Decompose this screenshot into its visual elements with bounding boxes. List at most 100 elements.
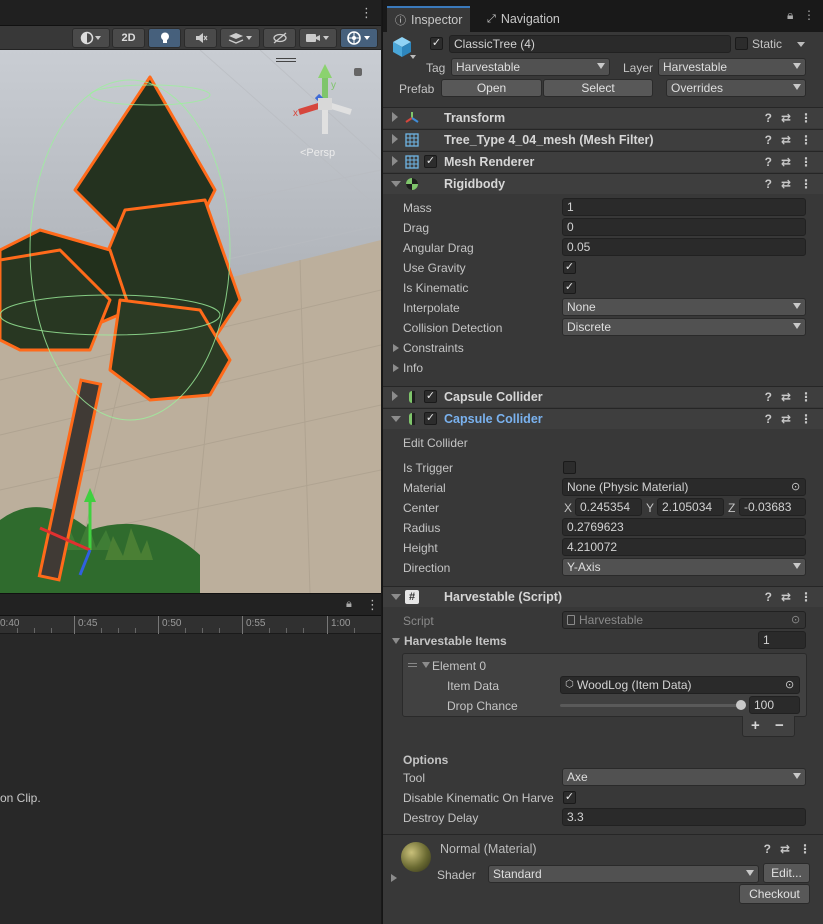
drop-chance-slider-thumb[interactable]: [736, 700, 746, 710]
more-options-icon[interactable]: ⋮: [800, 590, 812, 604]
is-trigger-checkbox[interactable]: [563, 461, 576, 474]
prefab-open-button[interactable]: Open: [441, 79, 542, 97]
foldout-arrow-icon[interactable]: [392, 112, 398, 122]
info-row[interactable]: Info: [383, 358, 823, 378]
center-x-field[interactable]: 0.245354: [575, 498, 642, 516]
prefab-overrides-dropdown[interactable]: Overrides: [666, 79, 806, 97]
projection-label[interactable]: <Persp: [300, 147, 335, 159]
presets-icon[interactable]: ⇄: [781, 155, 791, 169]
mesh-filter-component-header[interactable]: Tree_Type 4_04_mesh (Mesh Filter) ? ⇄ ⋮: [383, 129, 823, 150]
toggle-2d-button[interactable]: 2D: [112, 28, 145, 48]
disable-kinematic-checkbox[interactable]: ✓: [563, 791, 576, 804]
lock-icon[interactable]: [354, 68, 362, 76]
foldout-arrow-icon[interactable]: [393, 364, 399, 372]
static-dropdown-caret[interactable]: [797, 42, 805, 47]
direction-dropdown[interactable]: Y-Axis: [562, 558, 806, 576]
help-icon[interactable]: ?: [765, 111, 772, 125]
height-field[interactable]: 4.210072: [562, 538, 806, 556]
foldout-arrow-icon[interactable]: [393, 344, 399, 352]
object-name-field[interactable]: ClassicTree (4): [449, 35, 731, 53]
lighting-toggle-button[interactable]: [148, 28, 181, 48]
presets-icon[interactable]: ⇄: [781, 133, 791, 147]
more-options-icon[interactable]: ⋮: [800, 412, 812, 426]
tab-navigation[interactable]: ⤢ Navigation: [479, 6, 568, 32]
object-picker-icon[interactable]: ⊙: [791, 480, 800, 493]
more-options-icon[interactable]: ⋮: [800, 111, 812, 125]
more-options-icon[interactable]: ⋮: [803, 8, 815, 22]
help-icon[interactable]: ?: [765, 412, 772, 426]
collision-detection-dropdown[interactable]: Discrete: [562, 318, 806, 336]
foldout-arrow-icon[interactable]: [392, 134, 398, 144]
lock-icon[interactable]: 🔒︎: [346, 598, 352, 611]
presets-icon[interactable]: ⇄: [781, 111, 791, 125]
gizmo-center-cube[interactable]: [318, 98, 332, 110]
lock-icon[interactable]: 🔒︎: [787, 8, 793, 23]
drag-handle-icon[interactable]: [408, 663, 417, 667]
foldout-arrow-icon[interactable]: [391, 594, 401, 600]
use-gravity-checkbox[interactable]: ✓: [563, 261, 576, 274]
foldout-arrow-icon[interactable]: [392, 391, 398, 401]
more-options-icon[interactable]: ⋮: [366, 597, 379, 613]
object-picker-icon[interactable]: ⊙: [785, 678, 794, 691]
rigidbody-component-header[interactable]: Rigidbody ? ⇄ ⋮: [383, 173, 823, 194]
angular-drag-field[interactable]: 0.05: [562, 238, 806, 256]
more-options-icon[interactable]: ⋮: [800, 155, 812, 169]
help-icon[interactable]: ?: [764, 842, 771, 856]
presets-icon[interactable]: ⇄: [781, 390, 791, 404]
help-icon[interactable]: ?: [765, 177, 772, 191]
interpolate-dropdown[interactable]: None: [562, 298, 806, 316]
constraints-row[interactable]: Constraints: [383, 338, 823, 358]
center-y-field[interactable]: 2.105034: [657, 498, 724, 516]
scene-viewport[interactable]: x y <Persp: [0, 49, 381, 593]
help-icon[interactable]: ?: [765, 590, 772, 604]
static-checkbox[interactable]: [735, 37, 748, 50]
capsule-collider-enabled-checkbox[interactable]: ✓: [424, 390, 437, 403]
tool-dropdown[interactable]: Axe: [562, 768, 806, 786]
help-icon[interactable]: ?: [765, 390, 772, 404]
more-options-icon[interactable]: ⋮: [800, 390, 812, 404]
drag-field[interactable]: 0: [562, 218, 806, 236]
remove-element-button[interactable]: −: [775, 717, 784, 734]
foldout-arrow-icon[interactable]: [391, 416, 401, 422]
mesh-renderer-component-header[interactable]: ✓ Mesh Renderer ? ⇄ ⋮: [383, 151, 823, 172]
presets-icon[interactable]: ⇄: [781, 590, 791, 604]
layer-dropdown[interactable]: Harvestable: [658, 58, 806, 76]
hidden-objects-toggle-button[interactable]: [263, 28, 296, 48]
item-data-field[interactable]: WoodLog (Item Data): [560, 676, 800, 694]
foldout-arrow-icon[interactable]: [392, 638, 400, 644]
foldout-arrow-icon[interactable]: [391, 874, 397, 882]
active-checkbox[interactable]: ✓: [430, 37, 443, 50]
capsule-collider-component-header[interactable]: ✓ Capsule Collider ? ⇄ ⋮: [383, 386, 823, 407]
foldout-arrow-icon[interactable]: [392, 156, 398, 166]
transform-component-header[interactable]: Transform ? ⇄ ⋮: [383, 107, 823, 128]
mesh-renderer-enabled-checkbox[interactable]: ✓: [424, 155, 437, 168]
more-options-icon[interactable]: ⋮: [360, 5, 373, 21]
prefab-select-button[interactable]: Select: [543, 79, 653, 97]
audio-toggle-button[interactable]: [184, 28, 217, 48]
harvestable-items-row[interactable]: Harvestable Items 1: [383, 631, 823, 651]
shading-mode-button[interactable]: [72, 28, 110, 48]
presets-icon[interactable]: ⇄: [781, 412, 791, 426]
more-options-icon[interactable]: ⋮: [800, 133, 812, 147]
element-label[interactable]: Element 0: [432, 659, 486, 673]
add-element-button[interactable]: +: [751, 717, 760, 734]
checkout-button[interactable]: Checkout: [739, 884, 810, 904]
gizmo-drag-handle[interactable]: [276, 58, 296, 62]
camera-settings-button[interactable]: [299, 28, 337, 48]
gizmos-button[interactable]: [340, 28, 378, 48]
capsule-collider-enabled-checkbox[interactable]: ✓: [424, 412, 437, 425]
mass-field[interactable]: 1: [562, 198, 806, 216]
gizmo-y-cone-tip[interactable]: [318, 64, 332, 78]
foldout-arrow-icon[interactable]: [422, 662, 430, 668]
foldout-arrow-icon[interactable]: [391, 181, 401, 187]
physic-material-field[interactable]: None (Physic Material): [562, 478, 806, 496]
edit-shader-button[interactable]: Edit...: [763, 863, 810, 883]
more-options-icon[interactable]: ⋮: [799, 842, 811, 856]
timeline-ruler[interactable]: 0:40 0:45 0:50 0:55 1:00: [0, 616, 381, 634]
shader-dropdown[interactable]: Standard: [488, 865, 759, 883]
help-icon[interactable]: ?: [765, 133, 772, 147]
destroy-delay-field[interactable]: 3.3: [562, 808, 806, 826]
orientation-gizmo[interactable]: x y: [285, 64, 365, 154]
drop-chance-field[interactable]: 100: [749, 696, 800, 714]
help-icon[interactable]: ?: [765, 155, 772, 169]
